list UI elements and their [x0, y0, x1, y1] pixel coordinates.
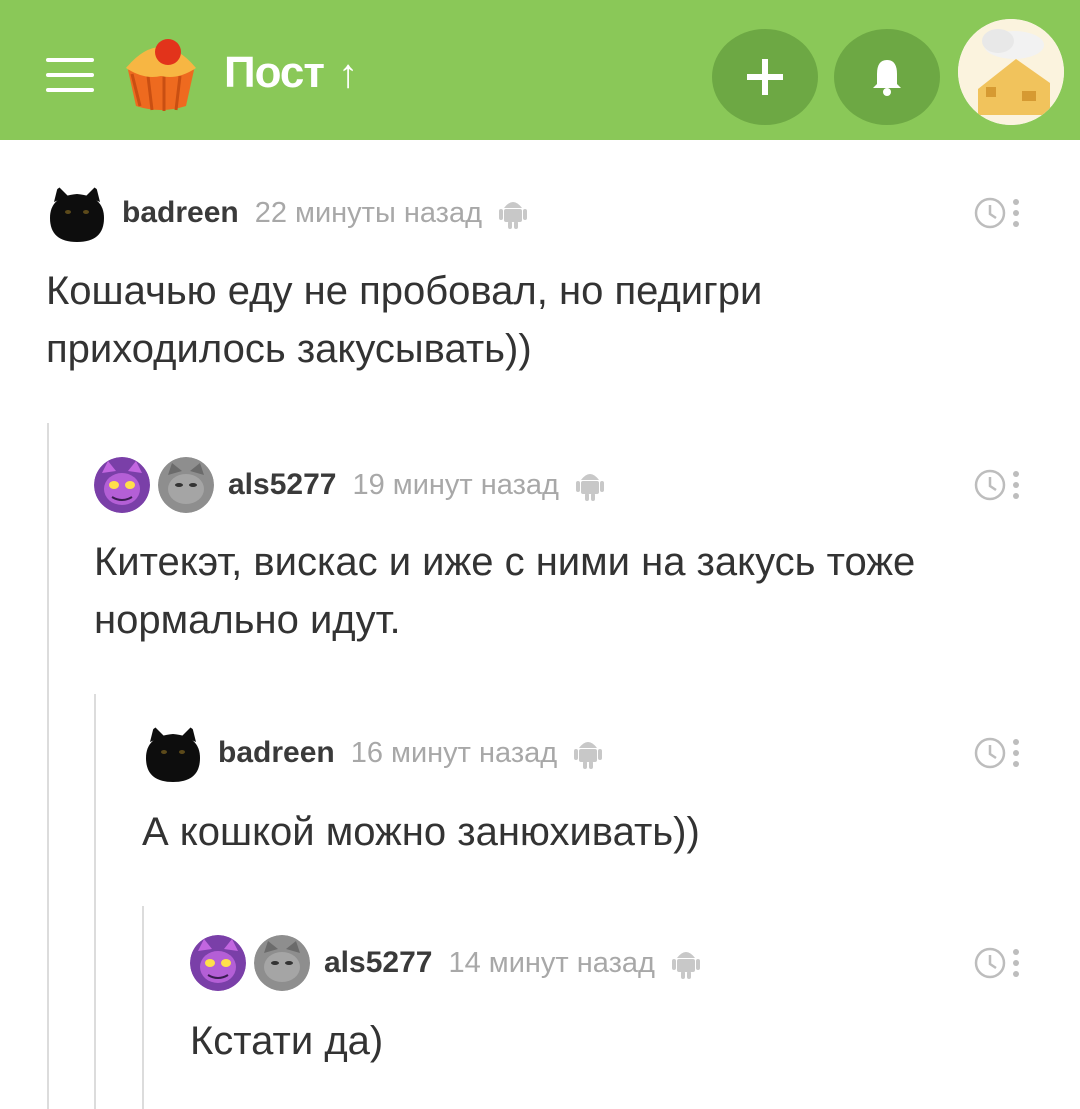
comment-header: badreen 16 минут назад	[142, 718, 603, 788]
add-post-button[interactable]	[712, 29, 818, 125]
comment-text-line: А кошкой можно занюхивать))	[142, 810, 700, 854]
timestamp[interactable]: 22 минуты назад	[255, 197, 482, 230]
cupcake-logo-icon[interactable]	[118, 28, 204, 114]
username[interactable]: badreen	[218, 736, 335, 770]
comment-text-line: приходилось закусывать))	[46, 327, 532, 371]
comment-header: als5277 14 минут назад	[190, 928, 701, 998]
avatar[interactable]	[46, 182, 108, 244]
clock-icon[interactable]	[973, 468, 1007, 502]
top-bar: Пост ↑	[0, 0, 1080, 140]
hamburger-icon[interactable]	[46, 58, 94, 92]
clock-icon[interactable]	[973, 946, 1007, 980]
avatar[interactable]	[190, 935, 246, 991]
comment-text-line: Кошачью еду не пробовал, но педигри	[46, 269, 763, 313]
plus-icon	[747, 59, 783, 95]
username[interactable]: badreen	[122, 196, 239, 230]
comment-text: Китекэт, вискас и иже с ними на закусь т…	[94, 533, 915, 649]
thread-line	[47, 423, 49, 1109]
black-cat-avatar-icon	[142, 722, 204, 784]
thread-line	[94, 694, 96, 1109]
purple-creature-avatar-icon	[94, 457, 150, 513]
clock-icon[interactable]	[973, 196, 1007, 230]
arrow-up-icon: ↑	[337, 52, 358, 96]
page-title[interactable]: Пост ↑	[224, 48, 358, 98]
avatar[interactable]	[158, 457, 214, 513]
avatar[interactable]	[94, 457, 150, 513]
user-avatar-icon	[958, 19, 1064, 125]
gray-cat-avatar-icon	[254, 935, 310, 991]
comment-header: badreen 22 минуты назад	[46, 178, 528, 248]
comment-text-line: нормально идут.	[94, 598, 401, 642]
avatar[interactable]	[254, 935, 310, 991]
more-vertical-icon[interactable]	[1012, 948, 1020, 978]
purple-creature-avatar-icon	[190, 935, 246, 991]
page-title-text: Пост	[224, 48, 325, 97]
clock-icon[interactable]	[973, 736, 1007, 770]
comment-text: А кошкой можно занюхивать))	[142, 803, 700, 861]
timestamp[interactable]: 19 минут назад	[352, 469, 558, 502]
comment-text: Кстати да)	[190, 1012, 383, 1070]
user-avatar[interactable]	[958, 19, 1064, 125]
timestamp[interactable]: 16 минут назад	[351, 737, 557, 770]
thread-line	[142, 906, 144, 1109]
more-vertical-icon[interactable]	[1012, 470, 1020, 500]
comment-text: Кошачью еду не пробовал, но педигри прих…	[46, 262, 762, 378]
android-icon	[575, 474, 604, 501]
android-icon	[499, 202, 528, 229]
gray-cat-avatar-icon	[158, 457, 214, 513]
avatar[interactable]	[142, 722, 204, 784]
android-icon	[671, 952, 700, 979]
username[interactable]: als5277	[228, 468, 336, 502]
comment-text-line: Кстати да)	[190, 1019, 384, 1063]
bell-icon	[873, 60, 901, 96]
black-cat-avatar-icon	[46, 182, 108, 244]
more-vertical-icon[interactable]	[1012, 198, 1020, 228]
comment-header: als5277 19 минут назад	[94, 450, 605, 520]
username[interactable]: als5277	[324, 946, 432, 980]
android-icon	[574, 742, 603, 769]
notifications-button[interactable]	[834, 29, 940, 125]
more-vertical-icon[interactable]	[1012, 738, 1020, 768]
timestamp[interactable]: 14 минут назад	[448, 947, 654, 980]
comment-text-line: Китекэт, вискас и иже с ними на закусь т…	[94, 540, 916, 584]
